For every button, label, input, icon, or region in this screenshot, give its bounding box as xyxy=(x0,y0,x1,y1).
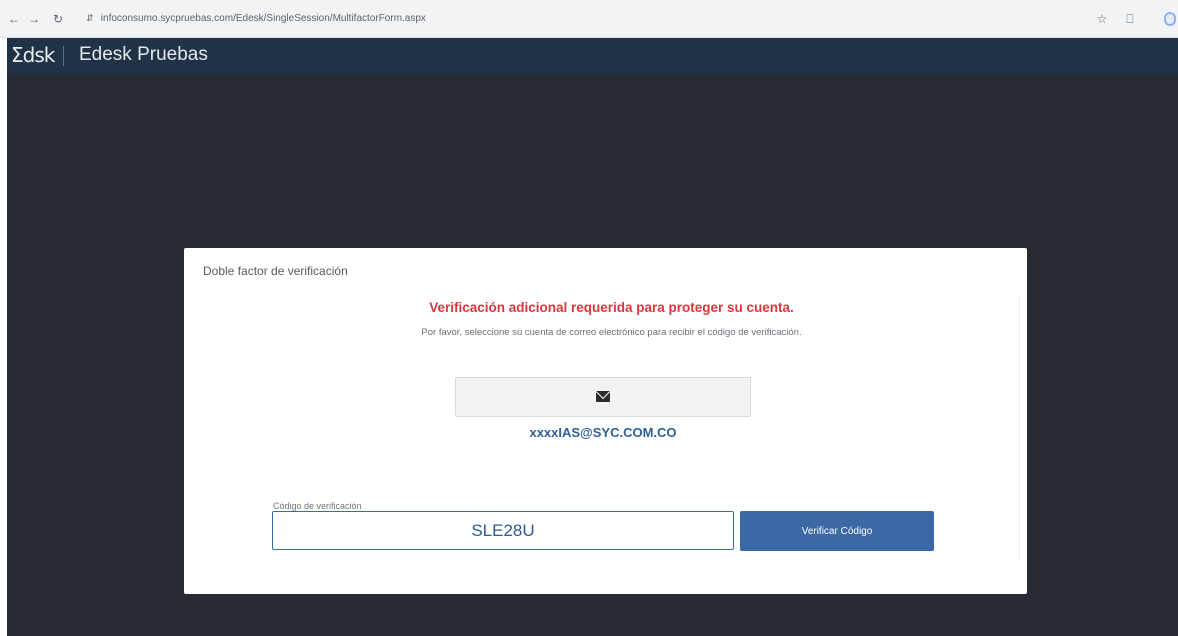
bookmark-star-icon[interactable]: ☆ xyxy=(1092,9,1112,29)
code-field-label: Código de verificación xyxy=(273,501,362,511)
mfa-card: Doble factor de verificación Verificació… xyxy=(184,248,1027,594)
back-arrow-icon[interactable]: ← xyxy=(4,9,24,29)
site-info-icon[interactable]: ⇵ xyxy=(86,7,98,29)
card-content: Verificación adicional requerida para pr… xyxy=(203,295,1020,560)
extensions-icon[interactable]: ⎕ xyxy=(1120,9,1140,29)
reload-icon[interactable]: ↻ xyxy=(48,9,68,29)
verification-headline: Verificación adicional requerida para pr… xyxy=(429,300,794,315)
masked-email: xxxxIAS@SYC.COM.CO xyxy=(529,425,677,440)
envelope-icon xyxy=(596,391,610,402)
url-text: infoconsumo.sycpruebas.com/Edesk/SingleS… xyxy=(100,13,426,24)
browser-toolbar: ← → ↻ ⇵ infoconsumo.sycpruebas.com/Edesk… xyxy=(0,0,1178,38)
verification-instructions: Por favor, seleccione su cuenta de corre… xyxy=(421,327,802,338)
verification-code-input[interactable] xyxy=(272,511,734,550)
email-option-button[interactable] xyxy=(455,377,751,417)
verify-code-button[interactable]: Verificar Código xyxy=(740,511,934,551)
card-title: Doble factor de verificación xyxy=(203,264,348,278)
edesk-logo: Σdsk xyxy=(11,43,55,67)
app-title: Edesk Pruebas xyxy=(79,44,208,65)
app-header: Σdsk Edesk Pruebas xyxy=(7,38,1178,73)
header-divider xyxy=(63,46,64,66)
profile-avatar-icon[interactable] xyxy=(1164,12,1176,26)
forward-arrow-icon[interactable]: → xyxy=(24,9,44,29)
address-bar[interactable]: ⇵ infoconsumo.sycpruebas.com/Edesk/Singl… xyxy=(78,7,1090,29)
